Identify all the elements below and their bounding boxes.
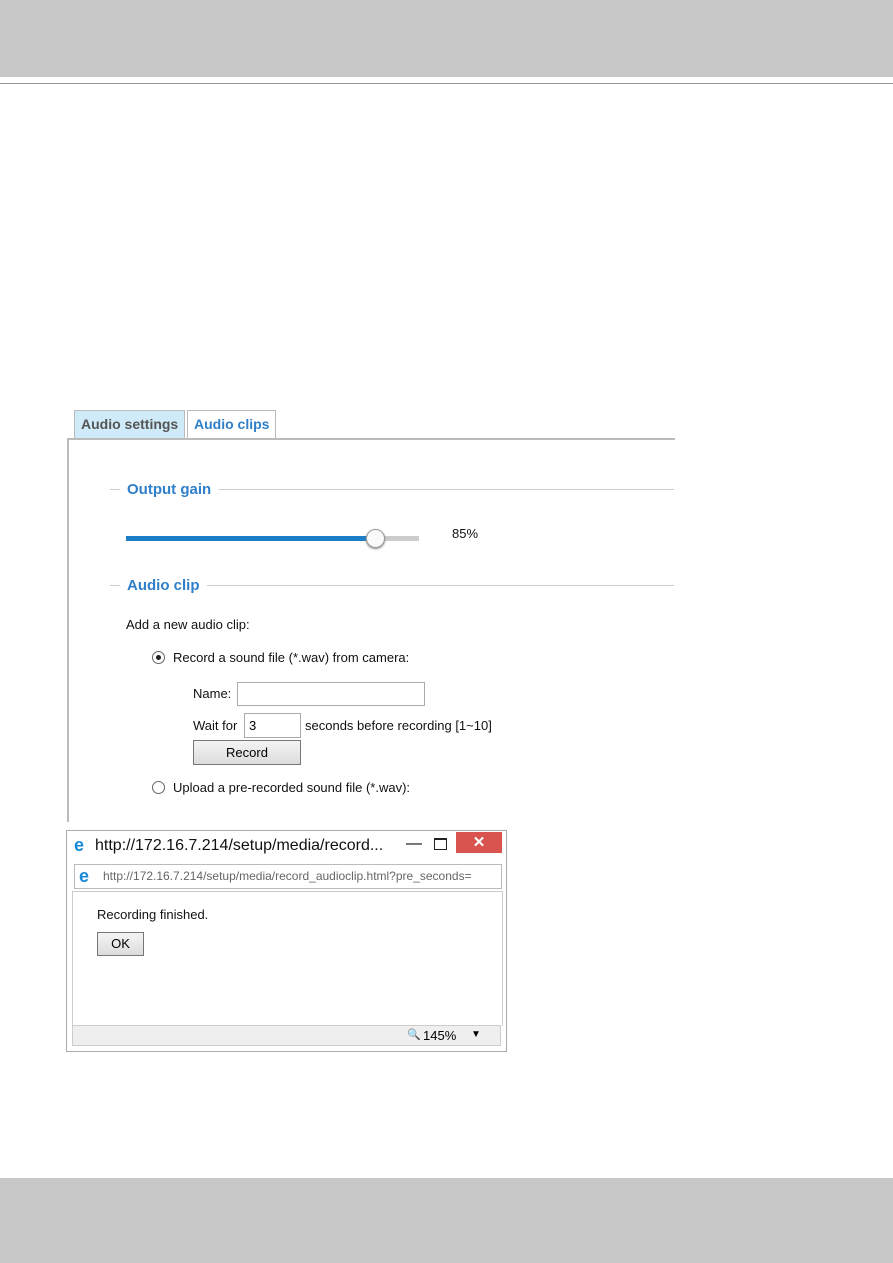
recording-message: Recording finished. bbox=[97, 907, 209, 922]
ie-icon: e bbox=[74, 835, 85, 855]
tab-audio-settings[interactable]: Audio settings bbox=[74, 410, 186, 438]
gain-slider-fill bbox=[126, 536, 376, 541]
gain-value: 85% bbox=[452, 526, 479, 541]
output-gain-title: Output gain bbox=[127, 481, 212, 498]
divider bbox=[110, 489, 120, 490]
popup-content: Recording finished. OK bbox=[72, 891, 503, 1026]
address-bar[interactable]: e http://172.16.7.214/setup/media/record… bbox=[74, 864, 502, 889]
wait-suffix: seconds before recording [1~10] bbox=[305, 718, 492, 733]
zoom-icon: 🔍 bbox=[407, 1029, 421, 1041]
upload-radio[interactable] bbox=[152, 781, 165, 794]
tab-audio-clips[interactable]: Audio clips bbox=[187, 410, 277, 438]
status-bar: 🔍 145% ▼ bbox=[72, 1025, 501, 1046]
minimize-icon[interactable]: — bbox=[406, 835, 422, 853]
zoom-dropdown-icon[interactable]: ▼ bbox=[471, 1029, 481, 1040]
record-button[interactable]: Record bbox=[193, 740, 301, 765]
maximize-icon[interactable] bbox=[434, 838, 447, 850]
gain-slider[interactable] bbox=[126, 529, 419, 548]
page-header-band bbox=[0, 0, 893, 77]
gain-slider-thumb[interactable] bbox=[366, 529, 386, 548]
name-input[interactable] bbox=[237, 682, 425, 706]
ok-button[interactable]: OK bbox=[97, 932, 144, 956]
address-text: http://172.16.7.214/setup/media/record_a… bbox=[103, 869, 472, 883]
divider bbox=[110, 585, 120, 586]
wait-seconds-input[interactable] bbox=[244, 713, 301, 738]
ie-icon: e bbox=[79, 866, 90, 886]
upload-option-label: Upload a pre-recorded sound file (*.wav)… bbox=[173, 780, 411, 795]
name-label: Name: bbox=[193, 686, 232, 701]
audio-clip-title: Audio clip bbox=[127, 577, 200, 594]
record-option-label: Record a sound file (*.wav) from camera: bbox=[173, 650, 410, 665]
divider bbox=[219, 489, 674, 490]
record-radio[interactable] bbox=[152, 651, 165, 664]
wait-label: Wait for bbox=[193, 718, 238, 733]
add-clip-label: Add a new audio clip: bbox=[126, 617, 250, 632]
popup-window: e http://172.16.7.214/setup/media/record… bbox=[66, 830, 507, 1052]
divider bbox=[207, 585, 674, 586]
page-footer-band bbox=[0, 1178, 893, 1263]
close-button[interactable]: ✕ bbox=[456, 832, 502, 853]
zoom-level[interactable]: 145% bbox=[423, 1028, 456, 1043]
popup-title: http://172.16.7.214/setup/media/record..… bbox=[95, 837, 384, 854]
header-divider bbox=[0, 83, 893, 84]
